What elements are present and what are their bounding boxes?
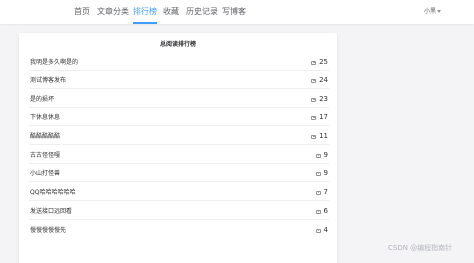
ranking-row[interactable]: 下休息休息 17 xyxy=(29,110,329,126)
view-count-number: 25 xyxy=(319,58,328,66)
article-title[interactable]: 下休息休息 xyxy=(30,114,60,122)
ranking-title: 总阅读排行榜 xyxy=(159,41,196,48)
view-count-number: 7 xyxy=(323,188,328,196)
view-count: 6 xyxy=(315,207,328,216)
view-count-number: 4 xyxy=(323,226,328,234)
row-divider xyxy=(29,163,329,164)
eye-icon xyxy=(311,97,317,102)
article-title[interactable]: 酷酷酷酷酷 xyxy=(30,133,60,141)
ranking-row[interactable]: 发送接口远回看 6 xyxy=(29,204,329,220)
view-count-number: 23 xyxy=(319,95,328,103)
row-divider xyxy=(29,181,329,182)
view-count: 4 xyxy=(315,226,328,235)
nav-history[interactable]: 历史记录 xyxy=(186,7,218,17)
row-divider xyxy=(29,70,329,71)
view-count: 25 xyxy=(311,58,328,67)
view-count-number: 9 xyxy=(323,151,328,159)
eye-icon xyxy=(315,228,321,233)
article-title[interactable]: 慢慢慢慢慢先 xyxy=(30,227,66,235)
row-divider xyxy=(29,125,329,126)
view-count-number: 17 xyxy=(319,113,328,121)
eye-icon xyxy=(315,209,321,214)
csdn-watermark: CSDN @编程指南针 xyxy=(388,244,453,252)
article-title[interactable]: 测试博客发布 xyxy=(30,77,66,85)
row-divider xyxy=(29,144,329,145)
view-count: 17 xyxy=(311,113,328,122)
view-count-number: 6 xyxy=(323,207,328,215)
eye-icon xyxy=(311,78,317,83)
view-count: 9 xyxy=(315,151,328,160)
ranking-row[interactable]: 我明是多久啊是的 25 xyxy=(29,55,329,71)
row-divider xyxy=(29,219,329,220)
view-count-number: 9 xyxy=(323,169,328,177)
eye-icon xyxy=(315,171,321,176)
view-count: 11 xyxy=(311,132,328,141)
view-count-number: 11 xyxy=(319,132,328,140)
row-divider xyxy=(29,88,329,89)
article-title[interactable]: QQ哈哈哈哈哈哈 xyxy=(30,189,75,197)
nav-favorites[interactable]: 收藏 xyxy=(163,7,179,17)
article-title[interactable]: 我明是多久啊是的 xyxy=(30,59,78,67)
view-count-number: 24 xyxy=(319,76,328,84)
ranking-row[interactable]: 测试博客发布 24 xyxy=(29,73,329,89)
nav-home[interactable]: 首页 xyxy=(74,7,90,17)
top-navigation: 首页 文章分类 排行榜 收藏 历史记录 写博客 小黑 xyxy=(0,0,474,24)
article-title[interactable]: 是的损坏 xyxy=(30,96,54,104)
eye-icon xyxy=(311,60,317,65)
article-title[interactable]: 小山打怪兽 xyxy=(30,170,60,178)
ranking-row[interactable]: 慢慢慢慢慢先 4 xyxy=(29,223,329,239)
article-title[interactable]: 古古怪怪嘎 xyxy=(30,152,60,160)
active-tab-indicator xyxy=(133,22,157,24)
user-menu[interactable]: 小黑 xyxy=(424,8,436,16)
row-divider xyxy=(29,107,329,108)
ranking-row[interactable]: 古古怪怪嘎 9 xyxy=(29,148,329,164)
chevron-down-icon[interactable] xyxy=(437,10,441,13)
row-divider xyxy=(29,200,329,201)
view-count: 9 xyxy=(315,169,328,178)
nav-ranking[interactable]: 排行榜 xyxy=(133,7,157,17)
view-count: 24 xyxy=(311,76,328,85)
ranking-card: 总阅读排行榜 我明是多久啊是的 25 测试博客发布 24 是的损坏 23 下休息… xyxy=(19,33,337,263)
nav-write-blog[interactable]: 写博客 xyxy=(222,7,246,17)
ranking-row[interactable]: 小山打怪兽 9 xyxy=(29,166,329,182)
article-title[interactable]: 发送接口远回看 xyxy=(30,208,72,216)
ranking-row[interactable]: 酷酷酷酷酷 11 xyxy=(29,129,329,145)
view-count: 23 xyxy=(311,95,328,104)
eye-icon xyxy=(315,190,321,195)
eye-icon xyxy=(315,153,321,158)
ranking-row[interactable]: 是的损坏 23 xyxy=(29,92,329,108)
nav-article-categories[interactable]: 文章分类 xyxy=(97,7,129,17)
ranking-row[interactable]: QQ哈哈哈哈哈哈 7 xyxy=(29,185,329,201)
eye-icon xyxy=(311,115,317,120)
view-count: 7 xyxy=(315,188,328,197)
eye-icon xyxy=(311,134,317,139)
